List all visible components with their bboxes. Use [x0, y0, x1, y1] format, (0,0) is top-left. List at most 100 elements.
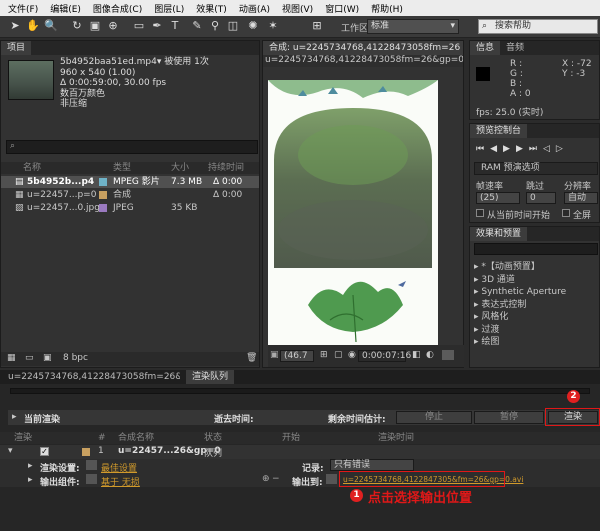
delete-icon[interactable]: 🗑 [246, 353, 257, 363]
annotation-text: 点击选择输出位置 [368, 491, 473, 506]
effect-category[interactable]: ▸ Synthetic Aperture [474, 286, 566, 299]
project-row[interactable]: ▤ 5b4952b...p4 MPEG 影片 7.3 MB Δ 0:00 [1, 176, 259, 188]
safe-zone-icon[interactable]: ▢ [334, 350, 343, 360]
menu-help[interactable]: 帮助(H) [365, 2, 409, 15]
image-file-icon: ▨ [15, 203, 24, 213]
add-output-icon[interactable]: ⊕ [262, 474, 270, 484]
highlight-box [339, 471, 505, 487]
tab-composition[interactable]: 合成: u=2245734768,41228473058fm=26 [263, 41, 463, 55]
mask-tool-icon[interactable]: ▭ [132, 19, 146, 33]
grid-icon[interactable]: ⊞ [320, 350, 328, 360]
project-search-input[interactable]: ⌕ [6, 140, 258, 154]
expand-arrow-icon[interactable]: ▾ [8, 446, 13, 456]
tab-audio[interactable]: 音频 [500, 41, 530, 55]
from-now-checkbox[interactable] [476, 209, 484, 217]
brush-tool-icon[interactable]: ✎ [190, 19, 204, 33]
comp-breadcrumb[interactable]: u=2245734768,41228473058fm=26&gp=0 [263, 55, 463, 67]
menu-animation[interactable]: 动画(A) [233, 2, 276, 15]
render-progress-bar [10, 388, 590, 394]
project-row[interactable]: ▨ u=22457...0.jpg JPEG 35 KB [1, 202, 259, 214]
project-columns: 名称 类型 大小 持续时间 [1, 162, 259, 174]
menu-view[interactable]: 视图(V) [276, 2, 319, 15]
label-color [99, 204, 107, 212]
fps-readout: fps: 25.0 (实时) [476, 108, 544, 118]
expand-icon[interactable]: ▸ [12, 412, 17, 422]
pen-tool-icon[interactable]: ✒ [150, 19, 164, 33]
selection-tool-icon[interactable]: ➤ [8, 19, 22, 33]
tab-info[interactable]: 信息 [470, 41, 501, 55]
output-module-link[interactable]: 基于 无损 [101, 475, 140, 488]
frame-rate-select[interactable]: (25) [476, 192, 520, 204]
fullscreen-checkbox[interactable] [562, 209, 570, 217]
tab-render-queue[interactable]: 渲染队列 [186, 370, 235, 384]
project-row[interactable]: ▦ u=22457...p=0 合成 Δ 0:00 [1, 189, 259, 201]
folder-icon[interactable]: ▭ [25, 353, 34, 363]
render-item-row[interactable]: ▾ ✓ 1 u=22457...26&gp=0 队列 [0, 445, 600, 459]
camera-tool-icon[interactable]: ▣ [88, 19, 102, 33]
highlight-box [545, 408, 600, 426]
preview-panel: 预览控制台 ⏮◀▶▶⏭◁▷ RAM 预演选项 帧速率 跳过 分辨率 (25) 0… [469, 123, 600, 223]
render-tabs: u=2245734768,41228473058fm=26&gp=0 渲染队列 [0, 370, 600, 384]
effect-category[interactable]: ▸ 风格化 [474, 311, 566, 324]
menu-edit[interactable]: 编辑(E) [44, 2, 87, 15]
axis-mode-icon[interactable]: ⊞ [310, 19, 324, 33]
tab-effects[interactable]: 效果和预置 [470, 227, 528, 241]
interpret-footage-icon[interactable]: ▦ [7, 353, 16, 363]
render-checkbox[interactable]: ✓ [40, 447, 49, 456]
composition-viewer[interactable] [268, 80, 438, 345]
zoom-select[interactable]: (46.7 [280, 350, 314, 362]
dropdown-arrow-icon[interactable] [86, 474, 97, 484]
effect-category[interactable]: ▸ 3D 通道 [474, 274, 566, 287]
clone-tool-icon[interactable]: ⚲ [208, 19, 222, 33]
pan-behind-tool-icon[interactable]: ⊕ [106, 19, 120, 33]
effects-panel: 效果和预置 ▸ *【动画预置】 ▸ 3D 通道 ▸ Synthetic Aper… [469, 226, 600, 368]
menu-file[interactable]: 文件(F) [2, 2, 44, 15]
eraser-tool-icon[interactable]: ◫ [226, 19, 240, 33]
effect-category[interactable]: ▸ 绘图 [474, 336, 566, 349]
workspace-select[interactable]: 标准 ▾ [367, 19, 459, 34]
tab-preview[interactable]: 预览控制台 [470, 124, 528, 138]
render-settings-link[interactable]: 最佳设置 [101, 461, 137, 474]
pause-button[interactable]: 暂停 [474, 411, 544, 424]
roto-brush-tool-icon[interactable]: ✺ [246, 19, 260, 33]
color-swatch[interactable] [442, 350, 454, 360]
new-comp-icon[interactable]: ▣ [43, 353, 52, 363]
skip-select[interactable]: 0 [526, 192, 556, 204]
footage-info: 5b4952baa51ed.mp4▾ 被使用 1次 960 x 540 (1.0… [60, 57, 209, 109]
text-tool-icon[interactable]: T [168, 19, 182, 33]
stop-button[interactable]: 停止 [396, 411, 472, 424]
playback-controls[interactable]: ⏮◀▶▶⏭◁▷ [476, 144, 569, 154]
effect-category[interactable]: ▸ *【动画预置】 [474, 261, 566, 274]
bpc-label[interactable]: 8 bpc [63, 353, 88, 363]
footage-name[interactable]: 5b4952baa51ed.mp4▾ [60, 57, 161, 67]
puppet-tool-icon[interactable]: ✶ [266, 19, 280, 33]
snapshot-icon[interactable]: ◧ [412, 350, 421, 360]
menu-composition[interactable]: 图像合成(C) [87, 2, 148, 15]
color-channel-icon[interactable]: ◐ [426, 350, 434, 360]
video-file-icon: ▤ [15, 177, 24, 187]
menu-effect[interactable]: 效果(T) [190, 2, 233, 15]
magnifier-icon[interactable]: ▣ [270, 350, 279, 360]
effect-category[interactable]: ▸ 过渡 [474, 324, 566, 337]
ram-preview-options[interactable]: RAM 预演选项 [474, 162, 598, 175]
dropdown-arrow-icon[interactable] [86, 460, 97, 470]
tab-timeline[interactable]: u=2245734768,41228473058fm=26&gp=0 [2, 370, 180, 384]
expand-icon[interactable]: ▸ [28, 475, 33, 485]
timecode-display[interactable]: 0:00:07:16 [358, 350, 411, 362]
zoom-tool-icon[interactable]: 🔍 [44, 19, 58, 33]
camera-snapshot-icon[interactable]: ◉ [348, 350, 356, 360]
log-select[interactable]: 只有错误 [330, 459, 414, 471]
effect-category[interactable]: ▸ 表达式控制 [474, 299, 566, 312]
effects-search-input[interactable] [474, 243, 598, 255]
menu-layer[interactable]: 图层(L) [148, 2, 190, 15]
dropdown-arrow-icon[interactable] [326, 474, 337, 484]
help-search-input[interactable]: ⌕ 搜索帮助 [478, 19, 598, 34]
menu-window[interactable]: 窗口(W) [319, 2, 365, 15]
rotate-tool-icon[interactable]: ↻ [70, 19, 84, 33]
expand-icon[interactable]: ▸ [28, 461, 33, 471]
tab-project[interactable]: 项目 [1, 41, 32, 55]
remove-output-icon[interactable]: − [272, 474, 280, 484]
hand-tool-icon[interactable]: ✋ [26, 19, 40, 33]
resolution-select[interactable]: 自动 [564, 192, 598, 204]
label-color [82, 448, 90, 456]
